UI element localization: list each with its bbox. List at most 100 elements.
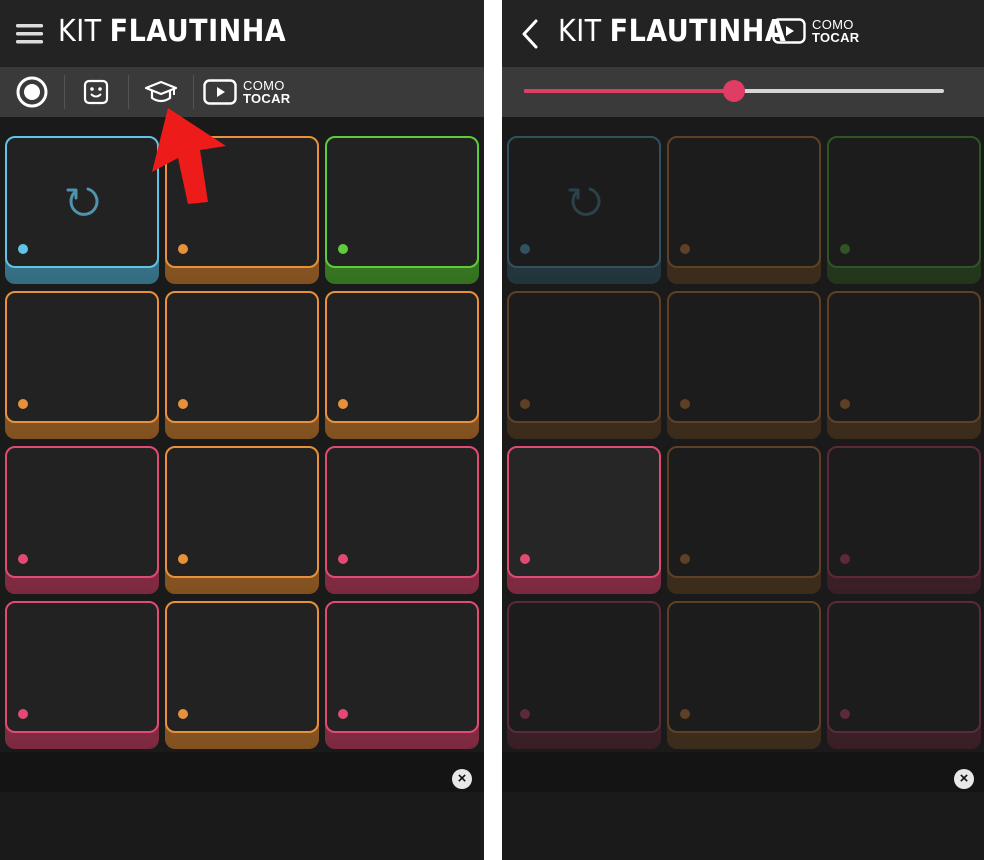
app-title: KIT FLAUTINHA xyxy=(58,14,286,50)
drum-pad-face xyxy=(667,291,821,423)
how-to-play-line2: TOCAR xyxy=(812,30,860,45)
drum-pad-face xyxy=(5,291,159,423)
drum-pad-face xyxy=(5,446,159,578)
drum-pad-face xyxy=(165,291,319,423)
drum-pad-indicator-dot xyxy=(840,709,850,719)
divider xyxy=(484,0,502,860)
drum-pad-face xyxy=(667,601,821,733)
drum-pad[interactable] xyxy=(827,601,981,749)
drum-pad-indicator-dot xyxy=(18,554,28,564)
drum-pad-indicator-dot xyxy=(178,244,188,254)
ad-bar: × xyxy=(0,752,484,792)
drum-pad[interactable] xyxy=(5,601,159,749)
drum-pad-indicator-dot xyxy=(338,709,348,719)
drum-pad-face xyxy=(507,601,661,733)
drum-pad[interactable] xyxy=(827,291,981,439)
drum-pad[interactable] xyxy=(5,136,159,284)
how-to-play-button[interactable]: COMO TOCAR xyxy=(203,79,290,105)
drum-pad-face xyxy=(5,601,159,733)
drum-pad-indicator-dot xyxy=(178,399,188,409)
close-ad-button[interactable]: × xyxy=(954,769,974,789)
loop-icon xyxy=(66,187,99,216)
red-arrow-pointer xyxy=(152,108,226,204)
drum-pad-indicator-dot xyxy=(840,399,850,409)
ad-bar: × xyxy=(502,752,984,792)
how-to-play-button[interactable]: COMO TOCAR xyxy=(772,18,859,44)
drum-pad-indicator-dot xyxy=(18,709,28,719)
toolbar-divider xyxy=(64,75,65,109)
drum-pad[interactable] xyxy=(507,446,661,594)
app-header: KIT FLAUTINHA COMO TOCAR xyxy=(502,0,984,67)
drum-pad[interactable] xyxy=(667,446,821,594)
how-to-play-line2: TOCAR xyxy=(243,91,291,106)
drum-pad-indicator-dot xyxy=(520,399,530,409)
drum-pad[interactable] xyxy=(667,601,821,749)
drum-pad-face xyxy=(5,136,159,268)
drum-pad-face xyxy=(827,291,981,423)
drum-pad-indicator-dot xyxy=(520,709,530,719)
drum-pad[interactable] xyxy=(165,446,319,594)
volume-slider-thumb[interactable] xyxy=(723,80,745,102)
drum-pad-indicator-dot xyxy=(338,554,348,564)
toolbar-divider xyxy=(193,75,194,109)
app-title: KIT FLAUTINHA xyxy=(558,14,786,50)
drum-pad-indicator-dot xyxy=(680,399,690,409)
app-title-light: KIT xyxy=(558,14,602,49)
app-title-light: KIT xyxy=(58,14,102,49)
drum-pad[interactable] xyxy=(165,601,319,749)
drum-pad-indicator-dot xyxy=(680,244,690,254)
drum-pad-indicator-dot xyxy=(680,709,690,719)
drum-pad-indicator-dot xyxy=(18,399,28,409)
drum-pad-face xyxy=(827,601,981,733)
drum-pad-indicator-dot xyxy=(680,554,690,564)
drum-pad-face xyxy=(667,446,821,578)
drum-pad[interactable] xyxy=(827,136,981,284)
drum-pad[interactable] xyxy=(325,446,479,594)
drum-pad-indicator-dot xyxy=(840,554,850,564)
app-header: KIT FLAUTINHA xyxy=(0,0,484,67)
left-screen: KIT FLAUTINHA COMO TOCAR × xyxy=(0,0,484,860)
toolbar: COMO TOCAR xyxy=(0,67,484,117)
drum-pad-indicator-dot xyxy=(18,244,28,254)
drum-pad-indicator-dot xyxy=(178,554,188,564)
record-icon[interactable] xyxy=(16,76,48,108)
play-video-icon xyxy=(203,79,237,105)
drum-pad-face xyxy=(827,446,981,578)
drum-pad-face xyxy=(165,601,319,733)
drum-pad-face xyxy=(827,136,981,268)
drum-pad-face xyxy=(165,446,319,578)
toolbar-divider xyxy=(128,75,129,109)
drum-pad-indicator-dot xyxy=(338,244,348,254)
drum-pad[interactable] xyxy=(827,446,981,594)
drum-pad[interactable] xyxy=(165,291,319,439)
drum-pad-indicator-dot xyxy=(840,244,850,254)
drum-pad[interactable] xyxy=(325,136,479,284)
drum-pad-face xyxy=(507,446,661,578)
drum-pad-face xyxy=(667,136,821,268)
drum-pad[interactable] xyxy=(507,291,661,439)
drum-pad-face xyxy=(325,601,479,733)
slider-bar xyxy=(502,67,984,117)
drum-pad[interactable] xyxy=(507,136,661,284)
emoji-icon[interactable] xyxy=(83,79,109,105)
drum-pad-face xyxy=(507,136,661,268)
drum-pad-face xyxy=(325,136,479,268)
drum-pad-face xyxy=(325,291,479,423)
drum-pad[interactable] xyxy=(507,601,661,749)
close-ad-button[interactable]: × xyxy=(452,769,472,789)
drum-pad[interactable] xyxy=(667,291,821,439)
drum-pad[interactable] xyxy=(5,291,159,439)
drum-pad-face xyxy=(325,446,479,578)
right-screen: KIT FLAUTINHA COMO TOCAR × xyxy=(502,0,984,860)
drum-pad-face xyxy=(507,291,661,423)
volume-slider-fill xyxy=(524,89,734,93)
app-title-bold: FLAUTINHA xyxy=(109,14,287,49)
back-chevron-icon[interactable] xyxy=(520,18,540,50)
drum-pad[interactable] xyxy=(325,291,479,439)
hamburger-menu-icon[interactable] xyxy=(16,23,44,45)
graduation-cap-icon[interactable] xyxy=(144,79,178,105)
drum-pad[interactable] xyxy=(667,136,821,284)
drum-pad[interactable] xyxy=(5,446,159,594)
drum-pad[interactable] xyxy=(325,601,479,749)
drum-pad-indicator-dot xyxy=(520,554,530,564)
